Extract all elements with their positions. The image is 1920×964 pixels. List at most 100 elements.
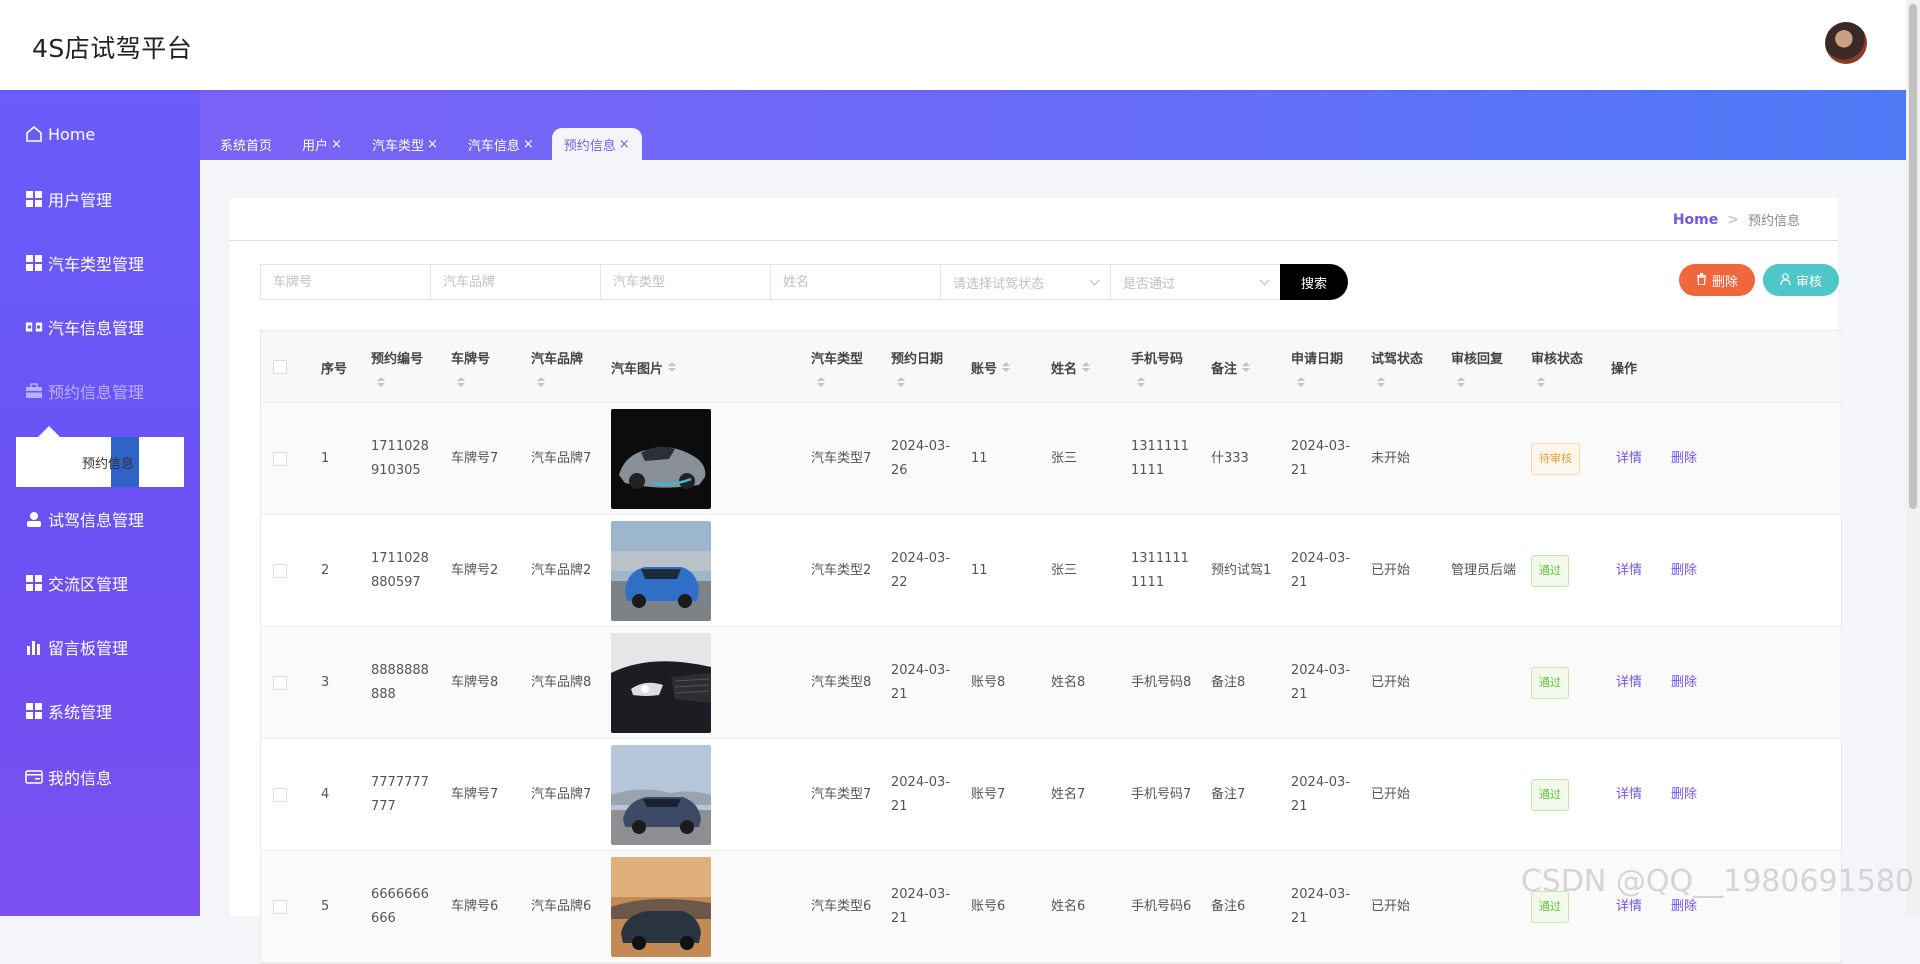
watermark: CSDN @QQ__1980691580: [1520, 864, 1914, 899]
close-icon[interactable]: ×: [331, 137, 342, 152]
row-checkbox[interactable]: [273, 627, 287, 739]
sidebar-item-label: Home: [48, 124, 96, 144]
detail-link[interactable]: 详情: [1616, 739, 1642, 851]
sort-icon: [1457, 376, 1465, 387]
brand-search-input[interactable]: [430, 264, 600, 300]
sidebar-item-home[interactable]: Home: [0, 114, 200, 154]
col-audit-reply[interactable]: 审核回复: [1451, 331, 1503, 403]
cell-date: 2024-03-21: [891, 887, 951, 926]
close-icon[interactable]: ×: [523, 137, 534, 152]
col-booking-no[interactable]: 预约编号: [371, 331, 423, 403]
row-checkbox[interactable]: [273, 851, 287, 963]
sidebar-item-label: 留言板管理: [48, 639, 129, 658]
breadcrumb-current: 预约信息: [1747, 214, 1800, 229]
avatar[interactable]: [1825, 22, 1867, 64]
cell-apply-date: 2024-03-21: [1291, 775, 1351, 814]
grid-icon: [25, 190, 43, 208]
cell-phone: 手机号码7: [1131, 787, 1192, 802]
trash-icon: [1696, 272, 1707, 288]
cell-audit-reply: [1451, 739, 1521, 851]
delete-link[interactable]: 删除: [1671, 403, 1697, 515]
cell-remark: 备注7: [1211, 787, 1246, 802]
cell-type: 汽车类型2: [811, 563, 872, 578]
drive-status-select[interactable]: 请选择试驾状态: [940, 264, 1110, 300]
sidebar-item-car-types[interactable]: 汽车类型管理: [0, 243, 200, 283]
cell-index: 4: [321, 787, 330, 802]
close-icon[interactable]: ×: [427, 137, 438, 152]
delete-link[interactable]: 删除: [1671, 515, 1697, 627]
status-badge: 待审核: [1531, 443, 1580, 475]
cell-date: 2024-03-26: [891, 439, 951, 478]
sidebar-item-label: 汽车类型管理: [48, 255, 145, 274]
col-remark[interactable]: 备注: [1211, 331, 1251, 403]
app-title: 4S店试驾平台: [32, 34, 193, 63]
detail-link[interactable]: 详情: [1616, 515, 1642, 627]
detail-link[interactable]: 详情: [1616, 627, 1642, 739]
sidebar-item-system[interactable]: 系统管理: [0, 691, 200, 731]
cell-remark: 预约试驾1: [1211, 563, 1272, 578]
row-checkbox[interactable]: [273, 515, 287, 627]
cell-account: 11: [971, 563, 988, 578]
cell-name: 张三: [1051, 563, 1078, 578]
vertical-scrollbar[interactable]: [1906, 0, 1920, 916]
sidebar-item-car-info[interactable]: 汽车信息管理: [0, 307, 200, 347]
tab-car-info[interactable]: 汽车信息 ×: [456, 128, 546, 160]
cell-name: 姓名7: [1051, 787, 1086, 802]
tab-home[interactable]: 系统首页: [208, 128, 284, 160]
row-checkbox[interactable]: [273, 739, 287, 851]
cell-booking-no: 6666666666: [371, 887, 429, 926]
tab-booking-info[interactable]: 预约信息 ×: [551, 128, 642, 160]
sidebar-item-label: 系统管理: [48, 703, 113, 722]
delete-link[interactable]: 删除: [1671, 739, 1697, 851]
home-icon: [25, 125, 43, 143]
audit-button[interactable]: 审核: [1763, 264, 1839, 296]
breadcrumb-home[interactable]: Home: [1673, 212, 1718, 228]
col-plate[interactable]: 车牌号: [451, 331, 490, 403]
type-search-input[interactable]: [600, 264, 770, 300]
cell-account: 11: [971, 451, 988, 466]
cell-index: 3: [321, 675, 330, 690]
col-audit-status[interactable]: 审核状态: [1531, 331, 1583, 403]
col-apply-date[interactable]: 申请日期: [1291, 331, 1343, 403]
col-name[interactable]: 姓名: [1051, 331, 1091, 403]
tab-car-types[interactable]: 汽车类型 ×: [360, 128, 450, 160]
pass-status-select[interactable]: 是否通过: [1110, 264, 1280, 300]
col-account[interactable]: 账号: [971, 331, 1011, 403]
cell-brand: 汽车品牌2: [531, 563, 592, 578]
col-date[interactable]: 预约日期: [891, 331, 943, 403]
plate-search-input[interactable]: [260, 264, 430, 300]
submenu-item-booking-info[interactable]: 预约信息: [82, 453, 139, 472]
sort-icon: [1297, 376, 1305, 387]
sidebar-item-label: 交流区管理: [48, 575, 129, 594]
col-brand[interactable]: 汽车品牌: [531, 331, 583, 403]
table-row: 4 7777777777 车牌号7 汽车品牌7 汽车类型7 2024-03-21…: [261, 739, 1841, 851]
scrollbar-thumb[interactable]: [1909, 4, 1917, 509]
sidebar-item-label: 用户管理: [48, 191, 113, 210]
cell-index: 1: [321, 451, 330, 466]
close-icon[interactable]: ×: [619, 137, 630, 152]
delete-button[interactable]: 删除: [1679, 264, 1755, 296]
briefcase-icon: [25, 382, 43, 400]
row-checkbox[interactable]: [273, 403, 287, 515]
cell-drive-status: 已开始: [1371, 899, 1411, 914]
car-image: [611, 851, 711, 963]
col-type[interactable]: 汽车类型: [811, 331, 863, 403]
col-phone[interactable]: 手机号码: [1131, 331, 1183, 403]
user-icon: [25, 510, 43, 528]
breadcrumb-separator: >: [1727, 211, 1739, 228]
sidebar-item-my-info[interactable]: 我的信息: [0, 757, 200, 797]
select-all-checkbox[interactable]: [273, 331, 287, 403]
sidebar-item-users[interactable]: 用户管理: [0, 179, 200, 219]
col-drive-status[interactable]: 试驾状态: [1371, 331, 1423, 403]
sidebar-item-forum[interactable]: 交流区管理: [0, 563, 200, 603]
sidebar-item-booking[interactable]: 预约信息管理: [0, 371, 200, 411]
col-image[interactable]: 汽车图片: [611, 331, 677, 403]
detail-link[interactable]: 详情: [1616, 403, 1642, 515]
sidebar-item-test-drive[interactable]: 试驾信息管理: [0, 499, 200, 539]
select-placeholder: 是否通过: [1123, 276, 1176, 292]
tab-users[interactable]: 用户 ×: [290, 128, 354, 160]
sidebar-item-messages[interactable]: 留言板管理: [0, 627, 200, 667]
search-button[interactable]: 搜索: [1280, 264, 1348, 300]
delete-link[interactable]: 删除: [1671, 627, 1697, 739]
name-search-input[interactable]: [770, 264, 940, 300]
